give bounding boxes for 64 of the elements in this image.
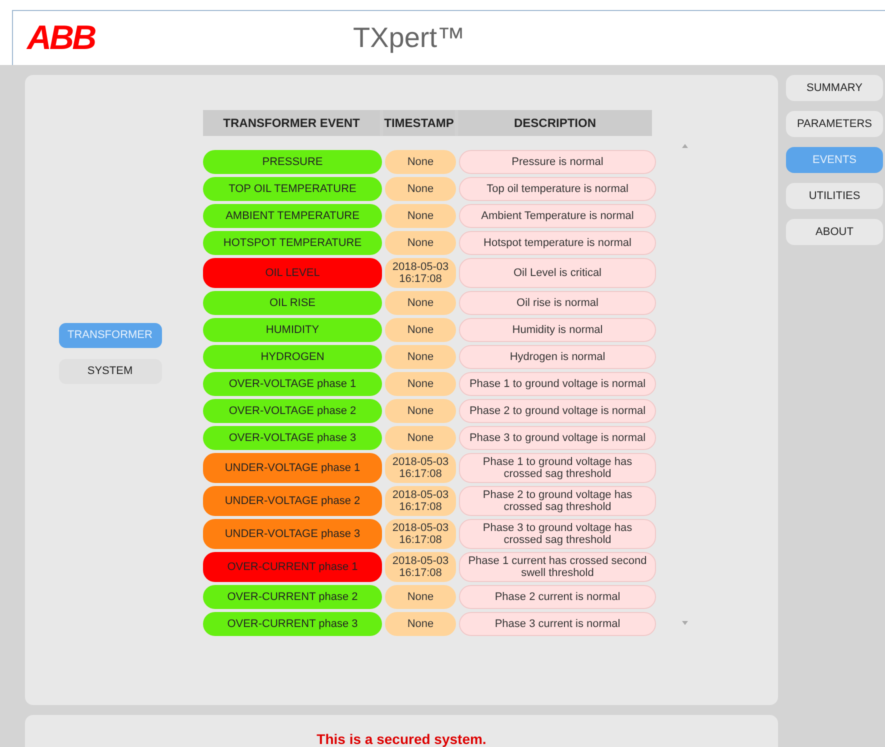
scroll-up-icon[interactable] <box>682 144 688 148</box>
timestamp-cell: None <box>385 399 456 423</box>
timestamp-cell: None <box>385 426 456 450</box>
event-status-cell: UNDER-VOLTAGE phase 1 <box>203 453 382 483</box>
event-status-cell: HUMIDITY <box>203 318 382 342</box>
nav-button[interactable]: PARAMETERS <box>786 111 883 137</box>
event-status-cell: PRESSURE <box>203 150 382 174</box>
column-header: TIMESTAMP <box>383 110 455 136</box>
timestamp-cell: None <box>385 372 456 396</box>
timestamp-cell: None <box>385 150 456 174</box>
event-status-cell: AMBIENT TEMPERATURE <box>203 204 382 228</box>
timestamp-cell: None <box>385 291 456 315</box>
event-status-cell: OVER-VOLTAGE phase 1 <box>203 372 382 396</box>
description-cell: Oil Level is critical <box>459 258 656 288</box>
timestamp-cell: None <box>385 585 456 609</box>
description-cell: Phase 3 to ground voltage has crossed sag threshold <box>459 519 656 549</box>
event-status-cell: OIL LEVEL <box>203 258 382 288</box>
event-status-cell: OVER-VOLTAGE phase 3 <box>203 426 382 450</box>
description-cell: Hydrogen is normal <box>459 345 656 369</box>
description-cell: Phase 3 current is normal <box>459 612 656 636</box>
description-cell: Phase 2 to ground voltage is normal <box>459 399 656 423</box>
timestamp-cell: None <box>385 204 456 228</box>
description-cell: Phase 1 current has crossed second swell threshold <box>459 552 656 582</box>
event-status-cell: OVER-CURRENT phase 3 <box>203 612 382 636</box>
timestamp-cell: None <box>385 612 456 636</box>
event-status-cell: HOTSPOT TEMPERATURE <box>203 231 382 255</box>
timestamp-cell: None <box>385 231 456 255</box>
scroll-down-icon[interactable] <box>682 621 688 625</box>
timestamp-cell: None <box>385 177 456 201</box>
description-cell: Oil rise is normal <box>459 291 656 315</box>
event-status-cell: OVER-CURRENT phase 1 <box>203 552 382 582</box>
side-tab[interactable]: SYSTEM <box>58 359 162 384</box>
event-status-cell: OVER-VOLTAGE phase 2 <box>203 399 382 423</box>
description-cell: Phase 1 to ground voltage has crossed sag threshold <box>459 453 656 483</box>
description-cell: Ambient Temperature is normal <box>459 204 656 228</box>
timestamp-cell: 2018-05-03 16:17:08 <box>385 519 456 549</box>
nav-button[interactable]: UTILITIES <box>786 183 883 209</box>
column-header: TRANSFORMER EVENT <box>203 110 380 136</box>
event-status-cell: HYDROGEN <box>203 345 382 369</box>
column-header: DESCRIPTION <box>458 110 652 136</box>
description-cell: Top oil temperature is normal <box>459 177 656 201</box>
timestamp-cell: None <box>385 345 456 369</box>
description-cell: Phase 1 to ground voltage is normal <box>459 372 656 396</box>
description-cell: Pressure is normal <box>459 150 656 174</box>
timestamp-cell: 2018-05-03 16:17:08 <box>385 453 456 483</box>
logo: ABB <box>27 21 95 55</box>
security-message: This is a secured system. <box>316 730 486 747</box>
description-cell: Phase 3 to ground voltage is normal <box>459 426 656 450</box>
description-cell: Hotspot temperature is normal <box>459 231 656 255</box>
event-status-cell: OVER-CURRENT phase 2 <box>203 585 382 609</box>
event-status-cell: UNDER-VOLTAGE phase 3 <box>203 519 382 549</box>
timestamp-cell: None <box>385 318 456 342</box>
event-status-cell: TOP OIL TEMPERATURE <box>203 177 382 201</box>
nav-button[interactable]: SUMMARY <box>786 75 883 101</box>
description-cell: Phase 2 current is normal <box>459 585 656 609</box>
description-cell: Humidity is normal <box>459 318 656 342</box>
description-cell: Phase 2 to ground voltage has crossed sag threshold <box>459 486 656 516</box>
nav-button[interactable]: ABOUT <box>786 219 883 245</box>
timestamp-cell: 2018-05-03 16:17:08 <box>385 552 456 582</box>
event-status-cell: OIL RISE <box>203 291 382 315</box>
timestamp-cell: 2018-05-03 16:17:08 <box>385 258 456 288</box>
app-title: TXpert™ <box>353 21 466 55</box>
event-status-cell: UNDER-VOLTAGE phase 2 <box>203 486 382 516</box>
timestamp-cell: 2018-05-03 16:17:08 <box>385 486 456 516</box>
